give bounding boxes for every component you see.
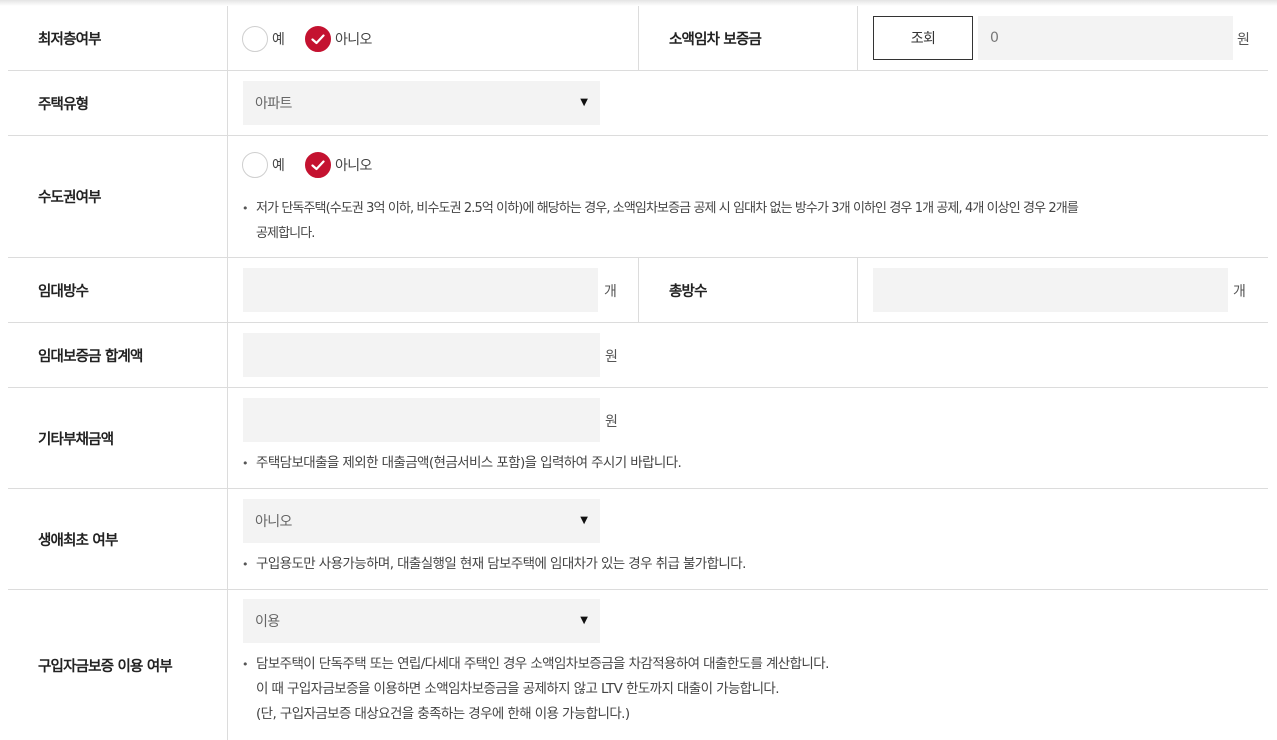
lowest-floor-radio-yes[interactable]: 예	[242, 26, 285, 52]
radio-circle	[242, 26, 268, 52]
triangle-down-icon: ▼	[580, 515, 588, 526]
purchase-guarantee-note: • 담보주택이 단독주택 또는 연립/다세대 주택인 경우 소액임차보증금을 차…	[242, 652, 1256, 727]
purchase-guarantee-value: 이용	[255, 614, 280, 630]
bullet-icon: •	[242, 202, 248, 215]
deposit-total-input[interactable]	[243, 333, 600, 377]
bullet-icon: •	[242, 457, 248, 470]
triangle-down-icon: ▼	[580, 97, 588, 108]
bullet-icon: •	[242, 658, 248, 671]
first-time-value: 아니오	[255, 514, 292, 530]
other-debt-note: • 주택담보대출을 제외한 대출금액(현금서비스 포함)을 입력하여 주시기 바…	[242, 451, 1256, 476]
purchase-guarantee-label: 구입자금보증 이용 여부	[8, 590, 228, 740]
housing-type-label: 주택유형	[8, 71, 228, 135]
lookup-button[interactable]: 조회	[873, 16, 973, 60]
row-purchase-guarantee: 구입자금보증 이용 여부 이용 ▼ • 담보주택이 단독주택 또는 연립/다세대…	[8, 590, 1268, 740]
deposit-total-label: 임대보증금 합계액	[8, 323, 228, 387]
capital-area-note: • 저가 단독주택(수도권 3억 이하, 비수도권 2.5억 이하)에 해당하는…	[242, 196, 1276, 246]
triangle-down-icon: ▼	[580, 615, 588, 626]
total-rooms-label: 총방수	[638, 258, 858, 322]
capital-area-radio-no[interactable]: 아니오	[305, 152, 372, 178]
other-debt-label: 기타부채금액	[8, 388, 228, 488]
housing-type-value: 아파트	[255, 96, 292, 112]
housing-type-select[interactable]: 아파트 ▼	[243, 81, 600, 125]
total-rooms-unit: 개	[1233, 284, 1246, 300]
capital-area-note-line2: 공제합니다.	[256, 226, 315, 241]
lowest-floor-label: 최저층여부	[8, 6, 228, 70]
radio-circle	[242, 152, 268, 178]
rented-rooms-unit: 개	[604, 284, 617, 300]
row-lowest-floor: 최저층여부 예 아니오 소액임차 보증금 조회 0 원	[8, 6, 1268, 71]
small-lease-deposit-label: 소액임차 보증금	[638, 6, 858, 70]
capital-area-note-line1: 저가 단독주택(수도권 3억 이하, 비수도권 2.5억 이하)에 해당하는 경…	[256, 201, 1079, 216]
first-time-note: • 구입용도만 사용가능하며, 대출실행일 현재 담보주택에 임대차가 있는 경…	[242, 552, 1256, 577]
deposit-total-unit: 원	[605, 349, 618, 365]
other-debt-unit: 원	[605, 414, 618, 430]
row-housing-type: 주택유형 아파트 ▼	[8, 71, 1268, 136]
capital-area-label: 수도권여부	[8, 136, 228, 257]
rented-rooms-label: 임대방수	[8, 258, 228, 322]
bullet-icon: •	[242, 558, 248, 571]
first-time-label: 생애최초 여부	[8, 489, 228, 589]
rented-rooms-input[interactable]	[243, 268, 598, 312]
row-deposit-total: 임대보증금 합계액 원	[8, 323, 1268, 388]
small-lease-deposit-input[interactable]: 0	[978, 16, 1233, 60]
lowest-floor-radio-no[interactable]: 아니오	[305, 26, 372, 52]
purchase-guarantee-select[interactable]: 이용 ▼	[243, 599, 600, 643]
other-debt-input[interactable]	[243, 398, 600, 442]
small-lease-deposit-unit: 원	[1237, 32, 1250, 48]
row-capital-area: 수도권여부 예 아니오 • 저가 단독주택(수도권 3억 이하, 비수도권 2.…	[8, 136, 1268, 258]
total-rooms-input[interactable]	[873, 268, 1228, 312]
row-rooms: 임대방수 개 총방수 개	[8, 258, 1268, 323]
row-first-time: 생애최초 여부 아니오 ▼ • 구입용도만 사용가능하며, 대출실행일 현재 담…	[8, 489, 1268, 590]
row-other-debt: 기타부채금액 원 • 주택담보대출을 제외한 대출금액(현금서비스 포함)을 입…	[8, 388, 1268, 489]
check-icon	[305, 152, 331, 178]
capital-area-radio-yes[interactable]: 예	[242, 152, 285, 178]
first-time-select[interactable]: 아니오 ▼	[243, 499, 600, 543]
check-icon	[305, 26, 331, 52]
